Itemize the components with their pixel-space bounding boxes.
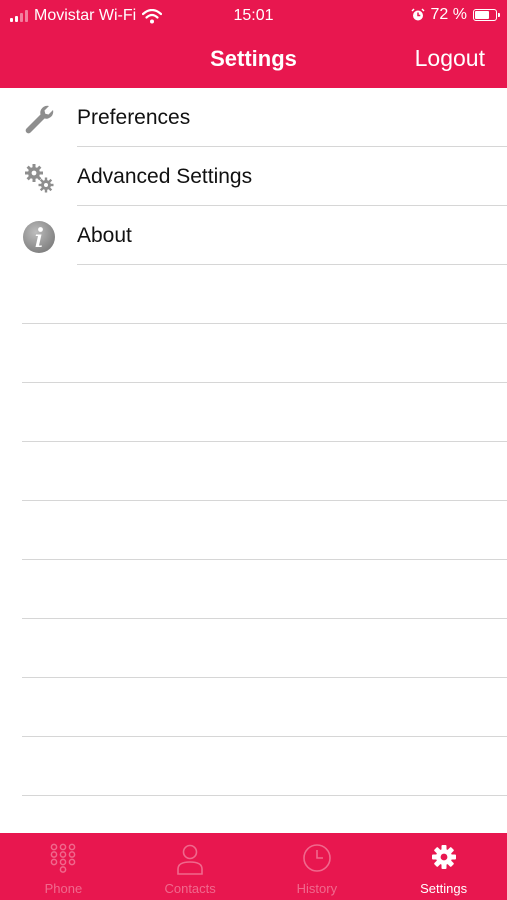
menu-item-label: About [77, 224, 132, 247]
empty-row [0, 324, 507, 383]
gear-icon [431, 845, 456, 869]
status-right: 72 % [411, 6, 500, 24]
clock-icon [303, 844, 331, 872]
menu-item-preferences[interactable]: Preferences [0, 88, 507, 147]
battery-percent: 72 % [430, 6, 467, 23]
menu-item-about[interactable]: About [0, 206, 507, 265]
info-icon [23, 221, 55, 253]
tab-label: History [296, 881, 338, 896]
tab-bar: Phone Contacts History Settings [0, 833, 507, 900]
empty-row [0, 560, 507, 619]
tab-settings[interactable]: Settings [380, 833, 507, 900]
menu-item-label: Advanced Settings [77, 165, 253, 188]
keypad-icon [51, 843, 76, 873]
empty-row [0, 501, 507, 560]
row-divider [22, 795, 507, 796]
gears-icon [25, 164, 54, 193]
empty-row [0, 619, 507, 678]
tab-label: Contacts [164, 881, 216, 896]
tab-history[interactable]: History [254, 833, 381, 900]
tab-label: Phone [44, 881, 83, 896]
menu-item-advanced-settings[interactable]: Advanced Settings [0, 147, 507, 206]
alarm-icon [411, 8, 425, 21]
person-icon [177, 844, 203, 875]
wrench-icon [25, 105, 54, 134]
battery-level [475, 11, 489, 19]
menu-item-label: Preferences [77, 106, 191, 129]
status-bar: Movistar Wi-Fi 15:01 72 % [0, 0, 507, 32]
tab-label: Settings [420, 881, 468, 896]
settings-list: Preferences Advanced Settings About [0, 88, 507, 796]
empty-row [0, 737, 507, 796]
tab-phone[interactable]: Phone [0, 833, 127, 900]
battery-icon [473, 9, 500, 21]
empty-row [0, 265, 507, 324]
empty-row [0, 678, 507, 737]
tab-contacts[interactable]: Contacts [127, 833, 254, 900]
empty-row [0, 442, 507, 501]
logout-button[interactable]: Logout [415, 45, 485, 72]
nav-bar: Settings Logout [0, 32, 507, 88]
empty-row [0, 383, 507, 442]
